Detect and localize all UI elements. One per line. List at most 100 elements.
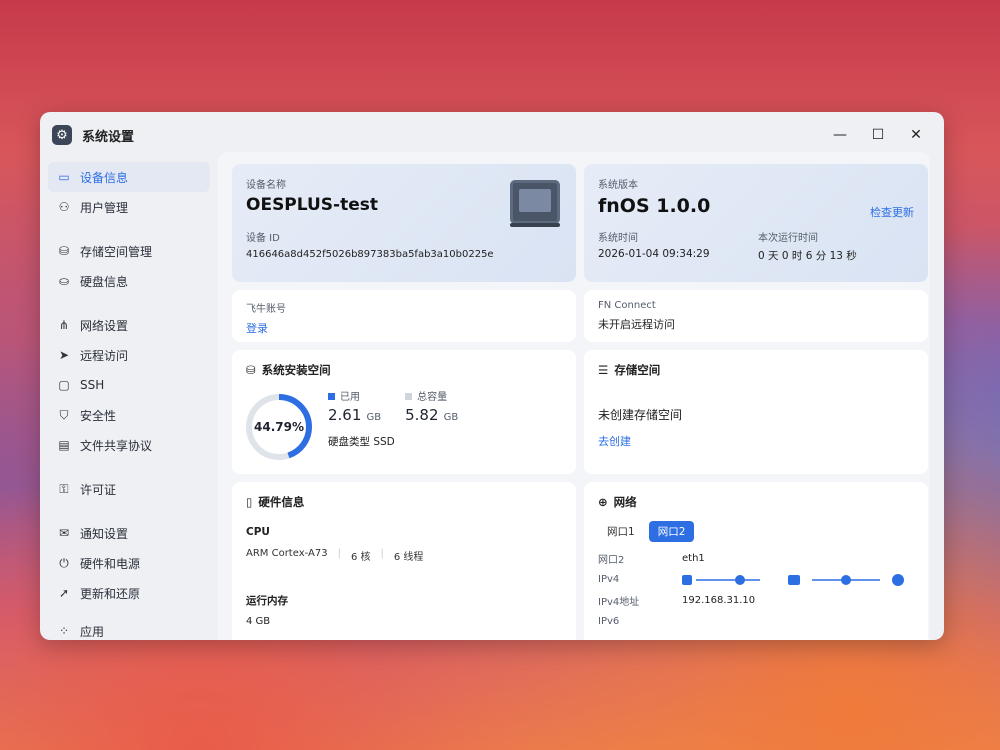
device-icon: ▭: [58, 170, 70, 184]
install-space-card: ⛁ 系统安装空间 44.79% 已用 2.61 GB 总容量 5.82 GB 硬…: [232, 350, 576, 474]
sidebar-item-label: 更新和还原: [80, 586, 141, 601]
network-icon: ⋔: [58, 318, 70, 332]
create-storage-link[interactable]: 去创建: [598, 433, 914, 449]
system-version: fnOS 1.0.0: [598, 195, 711, 217]
disk-icon: ⛀: [58, 274, 70, 288]
storage-card: ☰ 存储空间 未创建存储空间 去创建: [584, 350, 928, 474]
install-space-title: 系统安装空间: [261, 363, 331, 377]
shield-icon: ⛉: [59, 407, 69, 422]
sidebar-item-disk[interactable]: ⛀ 硬盘信息: [48, 266, 210, 296]
sidebar-item-remote[interactable]: ➤ 远程访问: [48, 340, 210, 370]
device-id-label: 设备 ID: [246, 233, 280, 244]
check-icon: [735, 574, 745, 585]
network-row: IPv6: [598, 611, 914, 632]
sidebar-item-users[interactable]: ⚇ 用户管理: [48, 192, 210, 222]
device-id: 416646a8d452f5026b897383ba5fab3a10b0225e: [246, 249, 494, 260]
usage-ring: 44.79%: [244, 392, 314, 462]
storage-title: 存储空间: [614, 363, 661, 377]
power-icon: ⏻: [59, 555, 69, 570]
terminal-icon: ▢: [58, 378, 70, 392]
storage-status: 未创建存储空间: [598, 408, 683, 422]
hardware-title-row: ▯ 硬件信息: [246, 494, 562, 510]
disk-icon: ⛁: [246, 363, 256, 377]
minimize-button[interactable]: —: [828, 123, 852, 147]
sidebar-item-label: 存储空间管理: [80, 244, 153, 259]
sidebar-item-label: 用户管理: [80, 200, 129, 215]
storage-icon: ⛁: [58, 244, 70, 258]
sidebar-item-label: 远程访问: [80, 348, 129, 363]
total-label: 总容量: [417, 392, 448, 403]
network-row-key: IPv4: [598, 574, 620, 585]
main-content: 设备名称 OESPLUS-test 设备 ID 416646a8d452f502…: [218, 152, 930, 640]
sidebar-item-label: 文件共享协议: [80, 438, 153, 453]
storage-title-row: ☰ 存储空间: [598, 362, 914, 378]
network-title: 网络: [613, 495, 637, 509]
network-row-value: eth1: [682, 553, 705, 564]
hardware-title: 硬件信息: [258, 495, 305, 509]
sidebar-item-storage[interactable]: ⛁ 存储空间管理: [48, 236, 210, 266]
uptime: 0 天 0 时 6 分 13 秒: [758, 250, 857, 262]
used-label: 已用: [340, 392, 360, 403]
apps-icon: ⁘: [58, 624, 70, 638]
fnconnect-label: FN Connect: [598, 300, 656, 311]
system-time-label: 系统时间: [598, 233, 638, 244]
used-value: 2.61: [328, 406, 362, 424]
network-row-key: IPv4地址: [598, 597, 640, 608]
total-value: 5.82: [405, 406, 439, 424]
account-card: 飞牛账号 登录: [232, 290, 576, 342]
usage-percent: 44.79%: [254, 420, 304, 434]
uptime-label: 本次运行时间: [758, 233, 818, 244]
system-card: 系统版本 fnOS 1.0.0 检查更新 系统时间 2026-01-04 09:…: [584, 164, 928, 282]
sidebar-item-file-share[interactable]: ▤ 文件共享协议: [48, 430, 210, 460]
total-legend-dot: [405, 393, 413, 400]
used-unit: GB: [366, 412, 382, 423]
network-row: IPv4: [598, 569, 914, 590]
network-row-value: 192.168.31.10: [682, 595, 756, 606]
sidebar-item-label: 应用: [80, 624, 105, 639]
hardware-icon: ▯: [246, 495, 253, 509]
system-time: 2026-01-04 09:34:29: [598, 248, 710, 260]
disk-type: 硬盘类型 SSD: [328, 436, 395, 448]
sidebar-item-update[interactable]: ➚ 更新和还原: [48, 578, 210, 608]
network-card: ⊕ 网络 网口1 网口2 网口2 eth1 IPv4 IPv4地址 192.16…: [584, 482, 928, 640]
sidebar-item-power[interactable]: ⏻ 硬件和电源: [48, 548, 210, 578]
hardware-card: ▯ 硬件信息 CPU ARM Cortex-A73 | 6 核 | 6 线程 运行…: [232, 482, 576, 640]
sidebar-item-security[interactable]: ⛉ 安全性: [48, 400, 210, 430]
network-row-key: 网口2: [598, 555, 625, 566]
sidebar-item-label: 硬盘信息: [80, 274, 129, 289]
sidebar-item-ssh[interactable]: ▢ SSH: [48, 370, 210, 400]
sidebar-item-label: 许可证: [80, 482, 117, 497]
sidebar-item-apps[interactable]: ⁘ 应用: [48, 616, 210, 640]
fnconnect-card: FN Connect 未开启远程访问: [584, 290, 928, 342]
install-space-title-row: ⛁ 系统安装空间: [246, 362, 562, 378]
sidebar-item-network[interactable]: ⋔ 网络设置: [48, 310, 210, 340]
globe-icon: ⊕: [598, 495, 608, 509]
used-legend-dot: [328, 393, 335, 400]
settings-gear-icon: ⚙: [52, 125, 72, 145]
login-link[interactable]: 登录: [246, 320, 562, 336]
cpu-cores: 6 核: [350, 552, 371, 563]
settings-window: ⚙ 系统设置 — ☐ ✕ ▭ 设备信息 ⚇ 用户管理 ⛁ 存储空间管理 ⛀ 硬盘信息 ⋔…: [40, 112, 944, 640]
cpu-model: ARM Cortex-A73: [246, 548, 328, 559]
tab-port-2[interactable]: 网口2: [648, 521, 695, 542]
network-row: 网口2 eth1: [598, 548, 914, 569]
sidebar-item-notifications[interactable]: ✉ 通知设置: [48, 518, 210, 548]
network-title-row: ⊕ 网络: [598, 494, 914, 510]
cpu-label: CPU: [246, 526, 270, 538]
sidebar-item-license[interactable]: ⚿ 许可证: [48, 474, 210, 504]
tab-port-1[interactable]: 网口1: [598, 521, 644, 542]
cpu-threads: 6 线程: [393, 552, 424, 563]
maximize-button[interactable]: ☐: [866, 123, 890, 147]
globe-icon: [892, 573, 904, 586]
file-share-icon: ▤: [58, 438, 70, 452]
sidebar-item-device-info[interactable]: ▭ 设备信息: [48, 162, 210, 192]
sidebar-item-label: 硬件和电源: [80, 556, 141, 571]
check-update-link[interactable]: 检查更新: [870, 204, 914, 220]
send-icon: ➤: [58, 348, 70, 362]
system-version-label: 系统版本: [598, 180, 638, 191]
storage-icon: ☰: [598, 363, 609, 377]
close-button[interactable]: ✕: [904, 123, 928, 147]
users-icon: ⚇: [58, 200, 70, 214]
mail-icon: ✉: [58, 526, 70, 540]
sidebar-item-label: 网络设置: [80, 318, 129, 333]
